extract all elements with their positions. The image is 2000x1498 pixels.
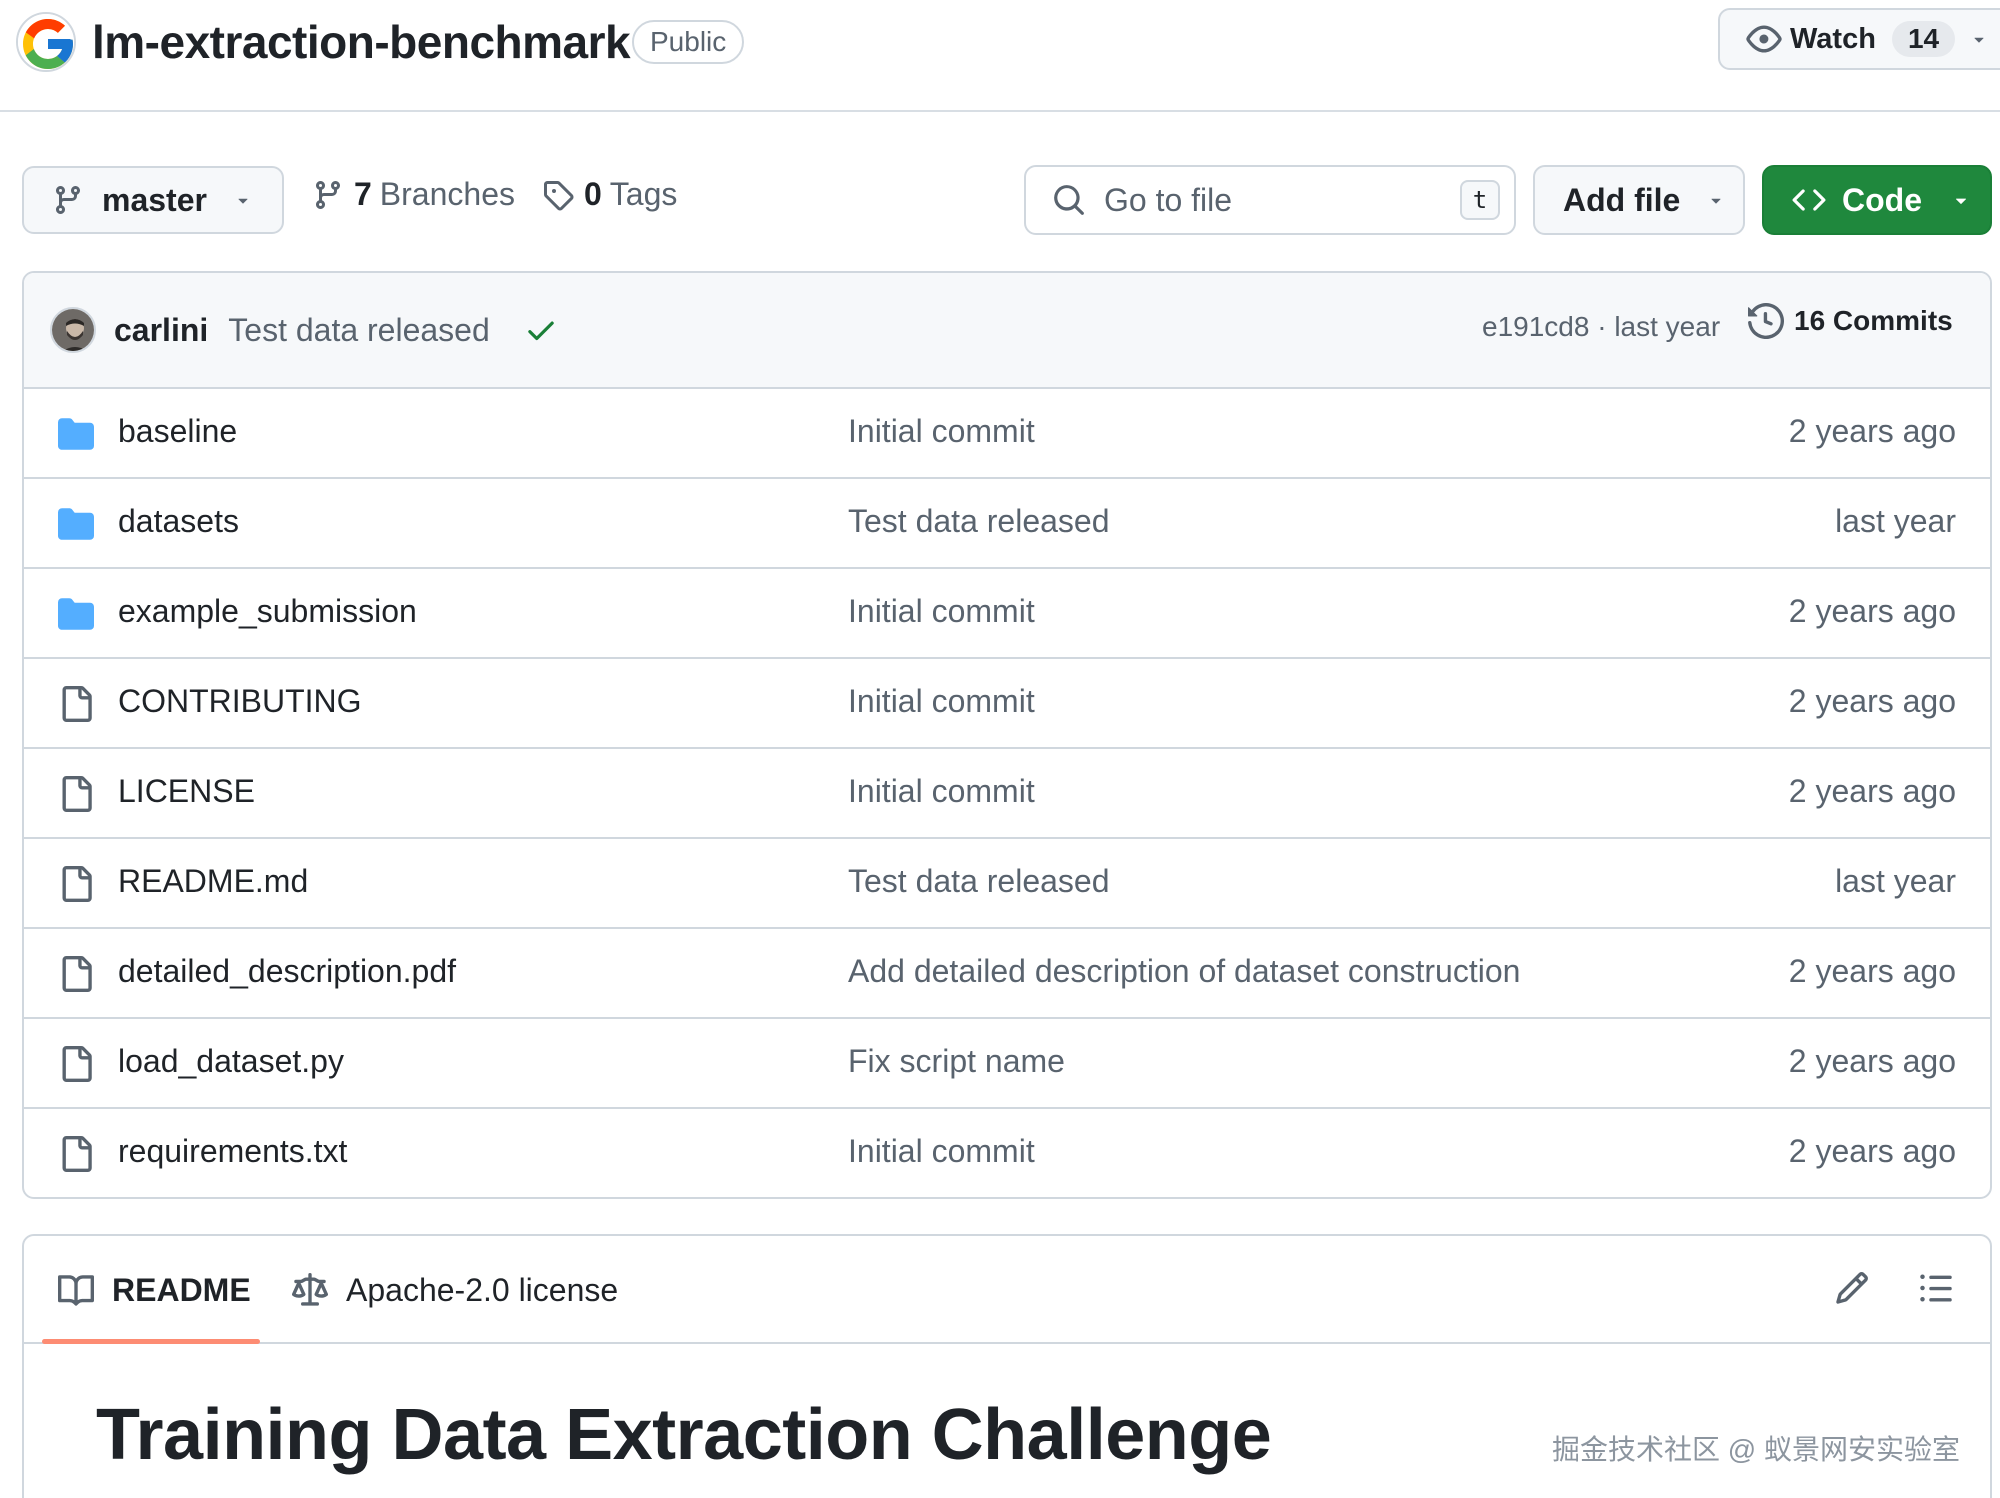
code-icon	[1792, 189, 1826, 211]
file-age: 2 years ago	[1788, 593, 1956, 629]
latest-commit-bar: carlini Test data released e191cd8 · las…	[24, 273, 1990, 389]
shortcut-key: t	[1460, 180, 1500, 220]
readme-tabs: README Apache-2.0 license	[24, 1236, 1990, 1344]
readme-heading: Training Data Extraction Challenge	[96, 1395, 1272, 1475]
file-age: 2 years ago	[1788, 953, 1956, 989]
branch-select-button[interactable]: master	[22, 166, 284, 234]
code-label: Code	[1842, 181, 1922, 218]
branches-count: 7	[354, 176, 372, 212]
tab-license[interactable]: Apache-2.0 license	[292, 1272, 618, 1309]
branches-link[interactable]: 7 Branches	[312, 176, 515, 213]
commits-history-link[interactable]: 16 Commits	[1748, 303, 1953, 339]
table-row[interactable]: LICENSE Initial commit 2 years ago	[24, 749, 1990, 839]
file-age: last year	[1835, 863, 1956, 899]
commit-author[interactable]: carlini	[114, 312, 208, 349]
table-row[interactable]: requirements.txt Initial commit 2 years …	[24, 1109, 1990, 1197]
history-icon	[1748, 303, 1784, 339]
file-commit-message[interactable]: Initial commit	[848, 683, 1035, 720]
watch-button[interactable]: Watch 14	[1718, 8, 2000, 70]
file-name[interactable]: detailed_description.pdf	[118, 953, 456, 990]
file-commit-message[interactable]: Test data released	[848, 863, 1110, 900]
file-commit-message[interactable]: Initial commit	[848, 1133, 1035, 1170]
file-commit-message[interactable]: Test data released	[848, 503, 1110, 540]
file-name[interactable]: example_submission	[118, 593, 417, 630]
file-name[interactable]: CONTRIBUTING	[118, 683, 362, 720]
chevron-down-icon	[1955, 198, 1967, 204]
chevron-down-icon	[238, 198, 248, 204]
file-name[interactable]: load_dataset.py	[118, 1043, 344, 1080]
file-name[interactable]: LICENSE	[118, 773, 255, 810]
file-name[interactable]: README.md	[118, 863, 308, 900]
file-name[interactable]: requirements.txt	[118, 1133, 347, 1170]
file-browser: carlini Test data released e191cd8 · las…	[22, 271, 1992, 1199]
file-commit-message[interactable]: Initial commit	[848, 773, 1035, 810]
file-icon	[62, 776, 92, 812]
repo-name[interactable]: lm-extraction-benchmark	[92, 14, 631, 70]
watermark: 掘金技术社区 @ 蚁景网安实验室	[1552, 1434, 1960, 1465]
code-button[interactable]: Code	[1762, 165, 1992, 235]
table-row[interactable]: baseline Initial commit 2 years ago	[24, 389, 1990, 479]
tag-icon	[544, 180, 574, 211]
file-age: 2 years ago	[1788, 1043, 1956, 1079]
commits-count-label: 16 Commits	[1794, 305, 1953, 336]
go-to-file-input[interactable]: Go to file t	[1024, 165, 1516, 235]
file-icon	[62, 866, 92, 902]
file-age: 2 years ago	[1788, 413, 1956, 449]
list-unordered-icon[interactable]	[1918, 1270, 1954, 1306]
file-name[interactable]: baseline	[118, 413, 237, 450]
file-commit-message[interactable]: Initial commit	[848, 593, 1035, 630]
file-icon	[62, 1046, 92, 1082]
tab-readme[interactable]: README	[58, 1272, 251, 1309]
commit-message[interactable]: Test data released	[228, 312, 490, 349]
tags-link[interactable]: 0 Tags	[542, 176, 677, 213]
file-name[interactable]: datasets	[118, 503, 239, 540]
branch-name: master	[102, 181, 207, 218]
file-commit-message[interactable]: Add detailed description of dataset cons…	[848, 953, 1520, 990]
file-commit-message[interactable]: Initial commit	[848, 413, 1035, 450]
eye-icon	[1746, 25, 1782, 53]
tab-license-label: Apache-2.0 license	[346, 1272, 619, 1308]
file-icon	[62, 956, 92, 992]
add-file-button[interactable]: Add file	[1533, 165, 1745, 235]
chevron-down-icon	[1711, 198, 1721, 204]
file-age: 2 years ago	[1788, 1133, 1956, 1169]
file-icon	[62, 1136, 92, 1172]
branches-label: Branches	[379, 176, 515, 212]
table-row[interactable]: example_submission Initial commit 2 year…	[24, 569, 1990, 659]
book-icon	[58, 1274, 94, 1306]
avatar[interactable]	[50, 307, 96, 353]
git-branch-icon	[315, 180, 340, 209]
tab-readme-label: README	[112, 1272, 251, 1308]
watch-label: Watch	[1790, 22, 1876, 55]
file-age: 2 years ago	[1788, 773, 1956, 809]
check-icon[interactable]	[524, 313, 558, 347]
table-row[interactable]: datasets Test data released last year	[24, 479, 1990, 569]
file-age: 2 years ago	[1788, 683, 1956, 719]
search-icon	[1054, 185, 1084, 215]
folder-icon	[58, 418, 94, 450]
file-commit-message[interactable]: Fix script name	[848, 1043, 1065, 1080]
file-icon	[62, 686, 92, 722]
table-row[interactable]: load_dataset.py Fix script name 2 years …	[24, 1019, 1990, 1109]
pencil-icon[interactable]	[1834, 1270, 1870, 1306]
watch-count: 14	[1891, 21, 1956, 57]
active-tab-indicator	[42, 1339, 260, 1344]
folder-icon	[58, 508, 94, 540]
tags-count: 0	[584, 176, 602, 212]
file-age: last year	[1835, 503, 1956, 539]
visibility-badge: Public	[632, 20, 745, 64]
folder-icon	[58, 598, 94, 630]
commit-hash-time[interactable]: e191cd8 · last year	[1482, 311, 1720, 343]
chevron-down-icon	[1974, 37, 1984, 43]
table-row[interactable]: CONTRIBUTING Initial commit 2 years ago	[24, 659, 1990, 749]
law-scale-icon	[292, 1272, 328, 1306]
git-branch-icon	[55, 186, 80, 215]
google-g-logo-icon[interactable]	[16, 12, 76, 72]
go-to-file-placeholder: Go to file	[1104, 181, 1233, 218]
table-row[interactable]: detailed_description.pdf Add detailed de…	[24, 929, 1990, 1019]
repo-header: lm-extraction-benchmark Public Watch 14	[0, 0, 2000, 112]
add-file-label: Add file	[1563, 181, 1681, 218]
tags-label: Tags	[609, 176, 678, 212]
table-row[interactable]: README.md Test data released last year	[24, 839, 1990, 929]
